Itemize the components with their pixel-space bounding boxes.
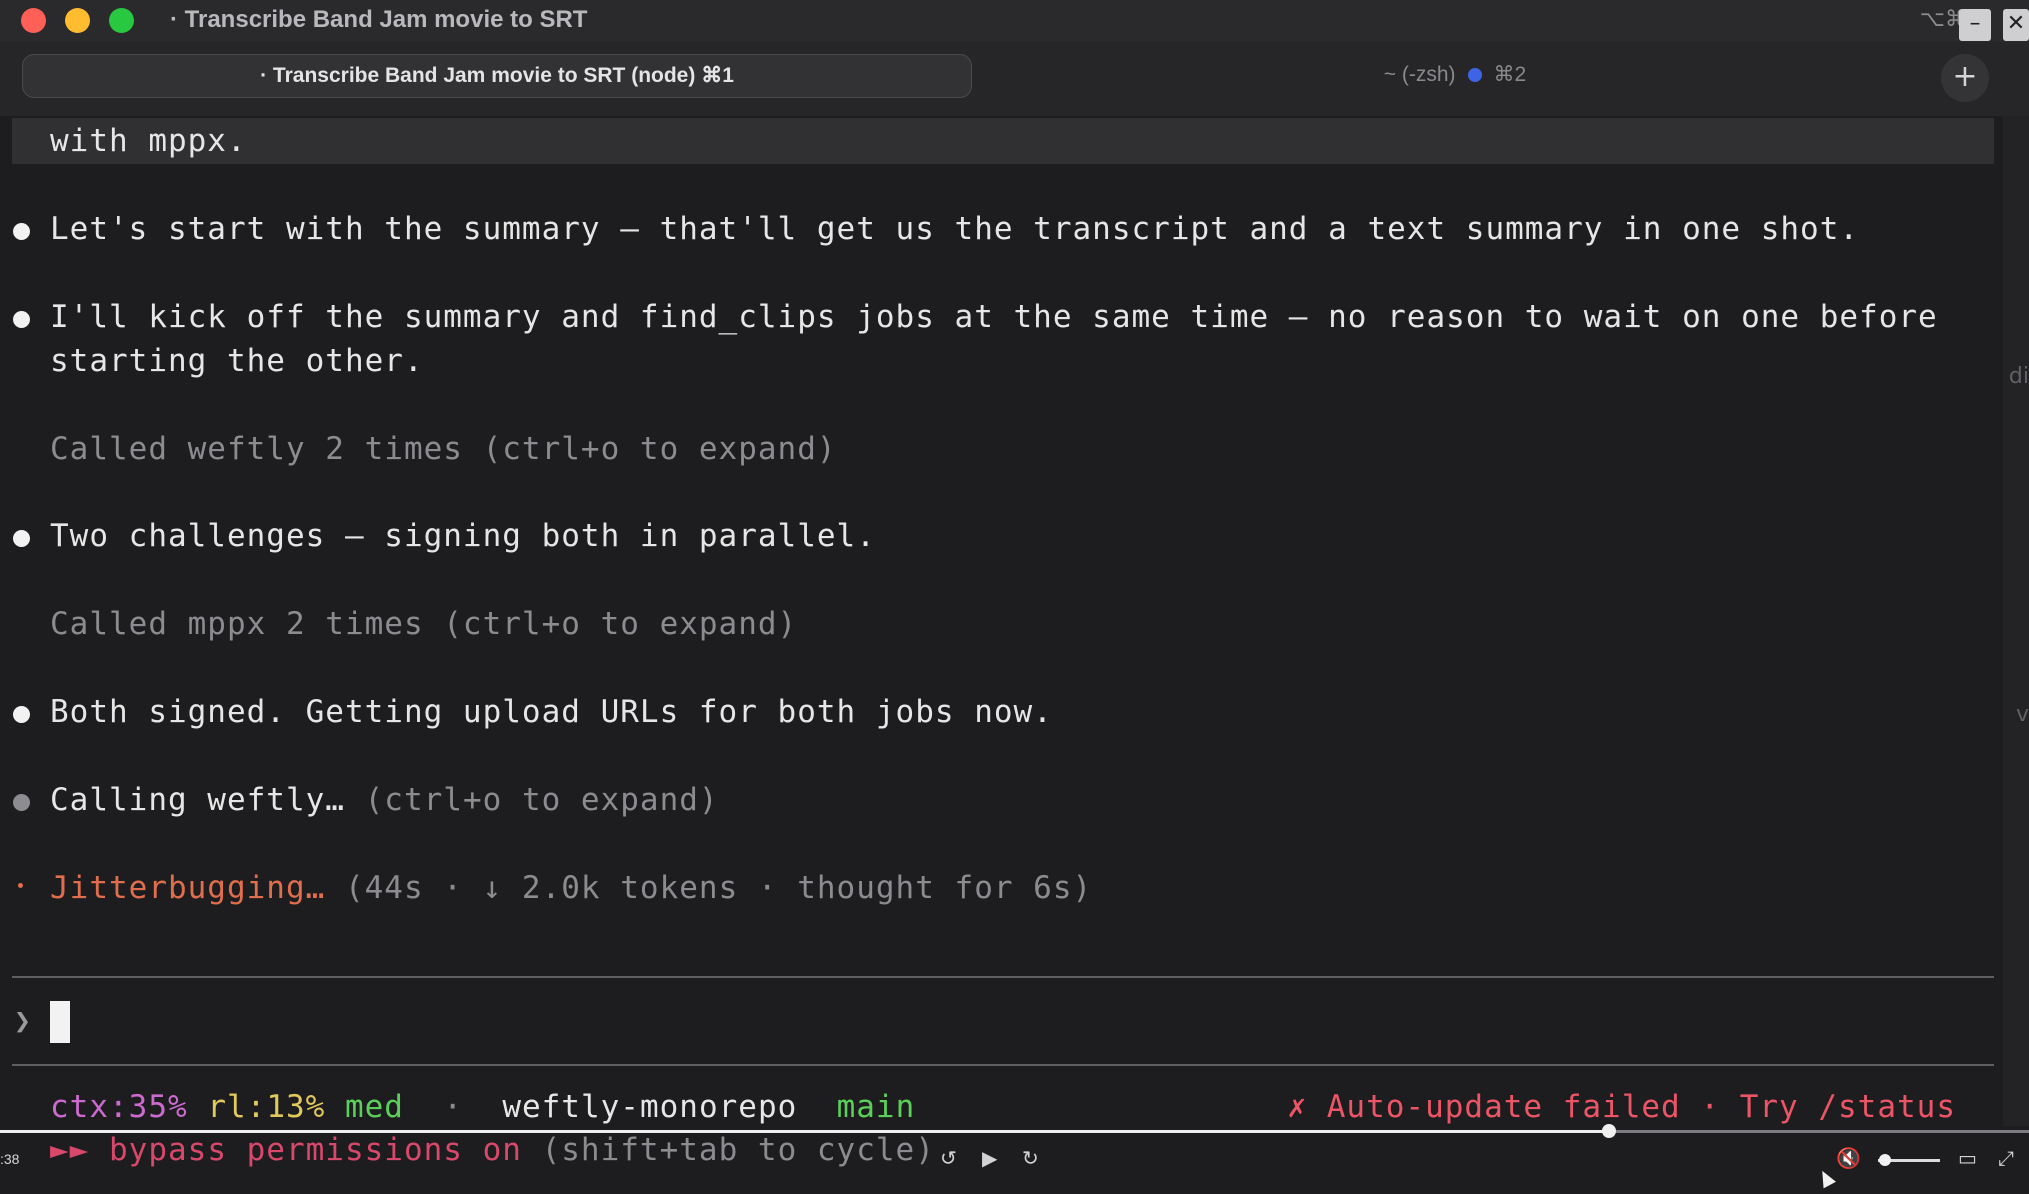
terminal-output[interactable]: with mppx. Let's start with the summary … xyxy=(0,116,2029,1194)
pending-bullet-icon xyxy=(13,794,30,811)
tab-zsh[interactable]: ~ (-zsh) ⌘2 xyxy=(980,54,1930,98)
activity-dot-icon xyxy=(1467,68,1482,82)
tab-label: · Transcribe Band Jam movie to SRT (node… xyxy=(260,64,734,87)
message-bullet-icon xyxy=(13,223,30,240)
status-line-left: ctx:35% rl:13% med · weftly-monorepo mai… xyxy=(50,1085,915,1129)
assistant-message: Both signed. Getting upload URLs for bot… xyxy=(50,694,1053,730)
tab-label: ~ (-zsh) xyxy=(1383,63,1456,86)
repo-name: weftly-monorepo xyxy=(502,1089,798,1125)
rate-limit-usage: rl:13% xyxy=(207,1089,326,1125)
previous-message-block xyxy=(12,118,1994,164)
assistant-message-line: I'll kick off the summary and find_clips… xyxy=(50,299,1938,335)
video-time-label: :38 xyxy=(0,1151,20,1167)
tool-call-note[interactable]: Called weftly 2 times (ctrl+o to expand) xyxy=(50,427,837,471)
assistant-message: Two challenges — signing both in paralle… xyxy=(50,518,876,554)
tab-shortcut: ⌘2 xyxy=(1493,63,1527,86)
window-title: · Transcribe Band Jam movie to SRT xyxy=(170,6,588,33)
video-progress-bar[interactable] xyxy=(0,1130,2029,1133)
assistant-message-line: starting the other. xyxy=(50,343,424,379)
prompt-input-cursor[interactable] xyxy=(50,1001,70,1043)
rewind-icon[interactable]: ↺ xyxy=(940,1146,957,1170)
tab-transcribe-node[interactable]: · Transcribe Band Jam movie to SRT (node… xyxy=(22,54,972,98)
overlay-close-button[interactable]: ✕ xyxy=(2003,9,2029,41)
forward-icon[interactable]: ↻ xyxy=(1022,1146,1039,1170)
edge-fragment: v xyxy=(2015,702,2029,727)
title-bar: · Transcribe Band Jam movie to SRT ⌥⌘ – … xyxy=(0,0,2029,42)
auto-update-warning: ✗ Auto-update failed · Try /status xyxy=(1287,1089,1956,1125)
message-bullet-icon xyxy=(13,530,30,547)
fullscreen-icon[interactable]: ⤢ xyxy=(1998,1146,2014,1170)
mute-icon[interactable]: 🔇 xyxy=(1836,1146,1861,1170)
maximize-window-button[interactable] xyxy=(109,8,134,33)
mode-arrows-icon: ►► xyxy=(50,1132,90,1168)
video-progress-knob[interactable] xyxy=(1601,1124,1616,1138)
permission-mode: bypass permissions on xyxy=(109,1132,522,1168)
prompt-divider-bottom xyxy=(12,1064,1994,1066)
video-progress-fill xyxy=(0,1130,1609,1133)
close-window-button[interactable] xyxy=(21,8,46,33)
minimize-window-button[interactable] xyxy=(65,8,90,33)
tab-bar: · Transcribe Band Jam movie to SRT (node… xyxy=(0,42,2029,116)
mode-hint: (shift+tab to cycle) xyxy=(521,1132,935,1168)
effort-level: med xyxy=(344,1089,404,1125)
message-bullet-icon xyxy=(13,311,30,328)
assistant-message: Let's start with the summary — that'll g… xyxy=(50,211,1860,247)
volume-slider-knob[interactable] xyxy=(1879,1154,1892,1166)
pending-tool-call[interactable]: Calling weftly… (ctrl+o to expand) xyxy=(50,778,719,822)
spinner-detail: (44s · ↓ 2.0k tokens · thought for 6s) xyxy=(325,870,1093,906)
tool-call-note[interactable]: Called mppx 2 times (ctrl+o to expand) xyxy=(50,602,797,646)
adjacent-window-edge: di v xyxy=(2003,116,2029,1126)
pending-tool-text: Calling weftly… xyxy=(50,782,345,818)
permission-mode-line[interactable]: ►► bypass permissions on (shift+tab to c… xyxy=(50,1128,935,1172)
play-icon[interactable]: ▶ xyxy=(982,1146,997,1170)
context-usage: ctx:35% xyxy=(50,1089,188,1125)
spinner-verb: Jitterbugging… xyxy=(50,870,326,906)
prompt-divider-top xyxy=(12,976,1994,978)
status-separator: · xyxy=(443,1089,463,1125)
new-tab-button[interactable]: + xyxy=(1941,54,1989,102)
message-bullet-icon xyxy=(13,706,30,723)
prompt-caret-icon: ❯ xyxy=(14,1004,32,1037)
captions-icon[interactable]: ▭ xyxy=(1958,1146,1977,1170)
spinner-icon xyxy=(18,883,23,888)
previous-message-line: with mppx. xyxy=(50,123,247,159)
edge-fragment: di xyxy=(2008,364,2029,389)
overlay-minimize-button[interactable]: – xyxy=(1959,9,1991,41)
git-branch: main xyxy=(836,1089,916,1125)
expand-hint: (ctrl+o to expand) xyxy=(344,782,719,818)
spinner-status: Jitterbugging… (44s · ↓ 2.0k tokens · th… xyxy=(50,866,1092,910)
